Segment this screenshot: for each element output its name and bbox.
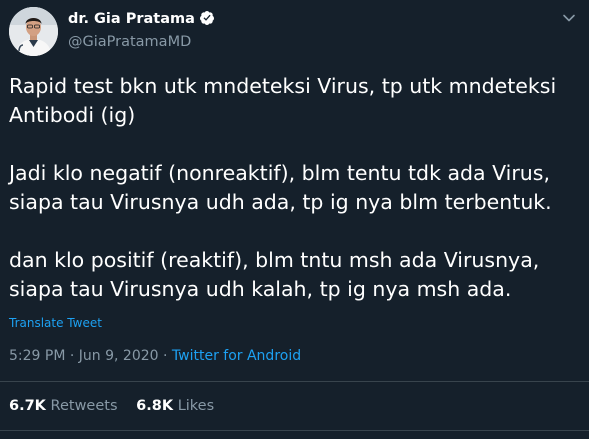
tweet-text-blank-line <box>9 130 584 159</box>
likes-label: Likes <box>177 398 215 414</box>
tweet-text-line: Antibodi (ig) <box>9 103 136 127</box>
verified-badge-icon <box>199 10 215 32</box>
tweet-timestamp-link[interactable]: 5:29 PM · Jun 9, 2020 <box>9 348 159 364</box>
tweet-text-line: dan klo positif (reaktif), blm tntu msh … <box>9 248 540 272</box>
tweet-date: Jun 9, 2020 <box>78 348 159 364</box>
tweet-text-line: Jadi klo negatif (nonreaktif), blm tentu… <box>9 161 550 185</box>
tweet-time: 5:29 PM <box>9 348 66 364</box>
retweets-count: 6.7K <box>9 398 46 414</box>
author-name-row[interactable]: dr. Gia Pratama <box>68 9 215 32</box>
divider <box>0 430 589 431</box>
likes-stat[interactable]: 6.8K Likes <box>136 396 214 416</box>
meta-separator: · <box>69 348 75 364</box>
tweet-text-line: siapa tau Virusnya udh kalah, tp ig nya … <box>9 277 512 301</box>
avatar-image <box>9 7 58 56</box>
tweet-stats: 6.7K Retweets 6.8K Likes <box>9 396 214 416</box>
author-display-name[interactable]: dr. Gia Pratama <box>68 11 195 27</box>
likes-count: 6.8K <box>136 398 174 414</box>
retweets-label: Retweets <box>50 398 118 414</box>
tweet-card: dr. Gia Pratama @GiaPratamaMD Rapid test… <box>0 0 589 439</box>
tweet-text-line: siapa tau Virusnya udh ada, tp ig nya bl… <box>9 190 552 214</box>
divider <box>0 381 589 382</box>
tweet-text-line: Rapid test bkn utk mndeteksi Virus, tp u… <box>9 74 557 98</box>
translate-tweet-link[interactable]: Translate Tweet <box>9 315 102 331</box>
meta-separator: · <box>163 348 168 364</box>
author-info: dr. Gia Pratama @GiaPratamaMD <box>68 9 215 52</box>
tweet-metadata: 5:29 PM · Jun 9, 2020 · Twitter for Andr… <box>9 346 301 366</box>
tweet-text-blank-line <box>9 217 584 246</box>
chevron-down-icon[interactable] <box>562 10 576 29</box>
tweet-source-link[interactable]: Twitter for Android <box>172 348 301 364</box>
retweets-stat[interactable]: 6.7K Retweets <box>9 396 118 416</box>
author-handle[interactable]: @GiaPratamaMD <box>68 32 215 52</box>
tweet-text: Rapid test bkn utk mndeteksi Virus, tp u… <box>9 72 584 304</box>
avatar[interactable] <box>9 7 58 56</box>
